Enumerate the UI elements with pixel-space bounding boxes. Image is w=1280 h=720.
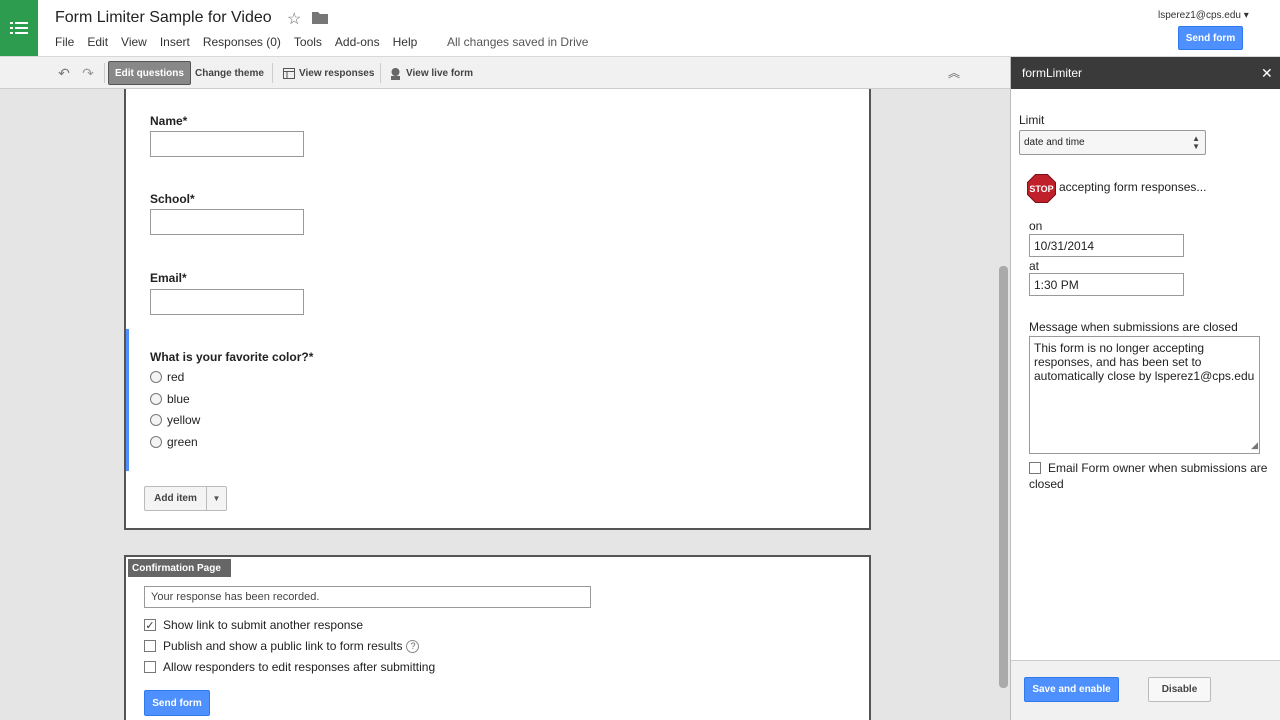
radio-circle bbox=[150, 414, 162, 426]
add-item-button[interactable]: Add item ▼ bbox=[144, 486, 227, 511]
radio-circle bbox=[150, 436, 162, 448]
toolbar-divider bbox=[104, 63, 105, 83]
limit-type-select[interactable]: date and time ▲ ▼ bbox=[1019, 130, 1206, 155]
option-allow-edit[interactable]: Allow responders to edit responses after… bbox=[144, 660, 435, 674]
radio-option-green[interactable]: green bbox=[150, 435, 198, 449]
checkbox-checked[interactable]: ✓ bbox=[144, 619, 156, 632]
checkbox-label: Show link to submit another response bbox=[163, 618, 364, 632]
edit-questions-button[interactable]: Edit questions bbox=[108, 61, 191, 85]
stop-sign-text: STOP bbox=[1029, 184, 1053, 194]
change-theme-button[interactable]: Change theme bbox=[188, 61, 271, 85]
view-live-form-label: View live form bbox=[406, 67, 474, 79]
disable-button[interactable]: Disable bbox=[1148, 677, 1211, 702]
view-responses-label: View responses bbox=[299, 67, 375, 79]
question-label-school: School* bbox=[150, 192, 195, 206]
sidebar-title: formLimiter bbox=[1022, 66, 1083, 80]
eye-icon bbox=[391, 67, 400, 80]
undo-icon[interactable]: ↶ bbox=[54, 61, 74, 85]
menu-insert[interactable]: Insert bbox=[160, 35, 190, 49]
table-icon bbox=[283, 67, 295, 79]
accepting-responses-label: accepting form responses... bbox=[1059, 180, 1207, 194]
menu-bar: File Edit View Insert Responses (0) Tool… bbox=[55, 35, 430, 49]
toolbar-divider bbox=[272, 63, 273, 83]
form-card: Name* School* Email* What is your favori… bbox=[124, 89, 871, 530]
menu-help[interactable]: Help bbox=[393, 35, 418, 49]
closed-message-label: Message when submissions are closed bbox=[1029, 320, 1238, 334]
radio-option-blue[interactable]: blue bbox=[150, 392, 190, 406]
selected-question-marker bbox=[126, 329, 129, 471]
limit-label: Limit bbox=[1019, 113, 1045, 127]
menu-tools[interactable]: Tools bbox=[294, 35, 322, 49]
limit-select-value: date and time bbox=[1024, 137, 1085, 148]
stop-sign-icon: STOP bbox=[1027, 174, 1056, 203]
radio-circle bbox=[150, 371, 162, 383]
folder-icon[interactable] bbox=[312, 11, 328, 24]
checkbox[interactable] bbox=[144, 661, 156, 673]
name-input[interactable] bbox=[150, 131, 304, 157]
sidebar-header: formLimiter ✕ bbox=[1011, 57, 1280, 89]
view-live-form-button[interactable]: View live form bbox=[382, 61, 480, 85]
sidebar-footer: Save and enable Disable bbox=[1011, 660, 1280, 720]
menu-edit[interactable]: Edit bbox=[87, 35, 108, 49]
question-label-email: Email* bbox=[150, 271, 187, 285]
time-input[interactable]: 1:30 PM bbox=[1029, 273, 1184, 296]
help-icon[interactable]: ? bbox=[406, 639, 420, 653]
on-label: on bbox=[1029, 219, 1043, 233]
add-item-label: Add item bbox=[145, 487, 207, 510]
form-canvas: Name* School* Email* What is your favori… bbox=[0, 89, 1010, 720]
radio-label: yellow bbox=[167, 413, 201, 427]
select-arrows-icon: ▲ ▼ bbox=[1192, 134, 1200, 151]
confirmation-page-card: Confirmation Page Your response has been… bbox=[124, 555, 871, 720]
menu-file[interactable]: File bbox=[55, 35, 74, 49]
checkbox-label: Publish and show a public link to form r… bbox=[163, 639, 403, 653]
menu-addons[interactable]: Add-ons bbox=[335, 35, 380, 49]
confirmation-message-input[interactable]: Your response has been recorded. bbox=[144, 586, 591, 608]
chevron-down-icon[interactable]: ▼ bbox=[207, 494, 226, 503]
redo-icon[interactable]: ↷ bbox=[78, 61, 98, 85]
school-input[interactable] bbox=[150, 209, 304, 235]
radio-label: green bbox=[167, 435, 198, 449]
toolbar-divider bbox=[380, 63, 381, 83]
save-and-enable-button[interactable]: Save and enable bbox=[1024, 677, 1119, 702]
form-toolbar: ↶ ↷ Edit questions Change theme View res… bbox=[0, 57, 1010, 89]
close-icon[interactable]: ✕ bbox=[1261, 65, 1273, 82]
option-show-another-link[interactable]: ✓ Show link to submit another response bbox=[144, 618, 363, 632]
email-owner-label: Email Form owner when submissions are cl… bbox=[1029, 461, 1268, 491]
question-label-color: What is your favorite color?* bbox=[150, 350, 314, 364]
checkbox[interactable] bbox=[144, 640, 156, 652]
radio-circle bbox=[150, 393, 162, 405]
checkbox[interactable] bbox=[1029, 462, 1041, 474]
scrollbar-thumb[interactable] bbox=[999, 266, 1008, 688]
closed-message-text: This form is no longer accepting respons… bbox=[1034, 341, 1255, 383]
resize-handle-icon[interactable]: ◢ bbox=[1251, 438, 1258, 452]
confirmation-page-tab: Confirmation Page bbox=[128, 559, 231, 577]
option-publish-results[interactable]: Publish and show a public link to form r… bbox=[144, 639, 420, 653]
question-label-name: Name* bbox=[150, 114, 188, 128]
radio-label: red bbox=[167, 370, 185, 384]
send-form-bottom-button[interactable]: Send form bbox=[144, 690, 210, 716]
app-logo[interactable] bbox=[0, 0, 38, 56]
email-owner-option[interactable]: Email Form owner when submissions are cl… bbox=[1029, 460, 1274, 492]
formlimiter-sidebar: formLimiter ✕ Limit date and time ▲ ▼ STO… bbox=[1010, 57, 1280, 720]
view-responses-button[interactable]: View responses bbox=[276, 61, 381, 85]
user-account-menu[interactable]: lsperez1@cps.edu ▾ bbox=[1158, 10, 1249, 21]
checkbox-label: Allow responders to edit responses after… bbox=[163, 660, 436, 674]
at-label: at bbox=[1029, 259, 1040, 273]
menu-responses[interactable]: Responses (0) bbox=[203, 35, 281, 49]
star-icon[interactable]: ☆ bbox=[287, 9, 301, 29]
radio-option-yellow[interactable]: yellow bbox=[150, 413, 200, 427]
top-header: Form Limiter Sample for Video ☆ File Edi… bbox=[0, 0, 1280, 57]
radio-option-red[interactable]: red bbox=[150, 370, 184, 384]
closed-message-textarea[interactable]: This form is no longer accepting respons… bbox=[1029, 336, 1260, 454]
menu-view[interactable]: View bbox=[121, 35, 147, 49]
document-title[interactable]: Form Limiter Sample for Video bbox=[55, 9, 272, 27]
send-form-button[interactable]: Send form bbox=[1178, 26, 1243, 50]
collapse-toolbar-icon[interactable]: ︽ bbox=[948, 64, 960, 81]
radio-label: blue bbox=[167, 392, 190, 406]
email-input[interactable] bbox=[150, 289, 304, 315]
save-status: All changes saved in Drive bbox=[447, 35, 589, 49]
date-input[interactable]: 10/31/2014 bbox=[1029, 234, 1184, 257]
forms-icon bbox=[10, 22, 28, 34]
